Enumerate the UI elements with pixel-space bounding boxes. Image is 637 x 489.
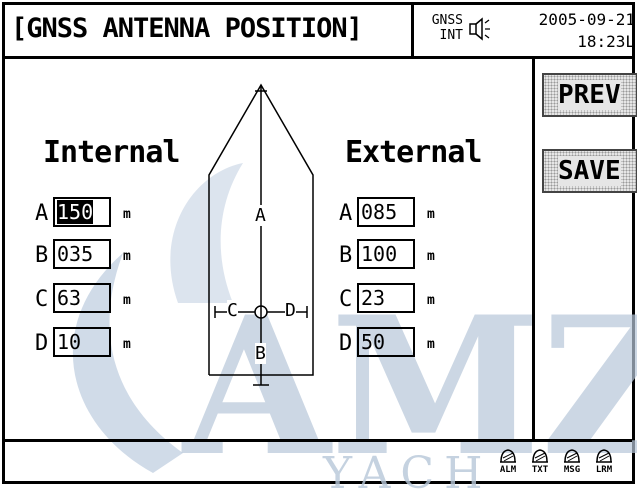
gnss-source-label: INT bbox=[439, 28, 463, 43]
internal-c-input[interactable]: 63 bbox=[53, 283, 111, 313]
alarm-txt-indicator: TXT bbox=[525, 447, 555, 475]
date-text: 2005-09-21 bbox=[538, 10, 635, 29]
alarm-lrm-label: LRM bbox=[595, 465, 613, 475]
external-c-input[interactable]: 23 bbox=[357, 283, 415, 313]
external-d-unit: m bbox=[427, 337, 435, 352]
internal-row-c: C 63 m bbox=[35, 283, 155, 317]
internal-c-value: 63 bbox=[57, 286, 82, 310]
right-panel-divider bbox=[532, 59, 535, 439]
external-label-b: B bbox=[339, 243, 353, 268]
alarm-alm-label: ALM bbox=[499, 465, 517, 475]
external-label-c: C bbox=[339, 287, 353, 312]
external-a-value: 085 bbox=[361, 200, 398, 224]
external-c-unit: m bbox=[427, 293, 435, 308]
external-label-d: D bbox=[339, 331, 353, 356]
gnss-label: GNSS bbox=[431, 13, 463, 28]
internal-label-b: B bbox=[35, 243, 49, 268]
alarm-msg-indicator: MSG bbox=[557, 447, 587, 475]
external-d-input[interactable]: 50 bbox=[357, 327, 415, 357]
internal-a-input[interactable]: 150 bbox=[53, 197, 111, 227]
external-row-c: C 23 m bbox=[339, 283, 459, 317]
gnss-source-indicator: GNSS INT bbox=[417, 13, 463, 43]
speaker-icon[interactable] bbox=[469, 17, 491, 47]
internal-a-value: 150 bbox=[57, 200, 94, 224]
screen-frame: AMZ YACH [GNSS ANTENNA POSITION] GNSS IN… bbox=[2, 2, 637, 489]
internal-label-d: D bbox=[35, 331, 49, 356]
internal-b-unit: m bbox=[123, 249, 131, 264]
internal-b-input[interactable]: 035 bbox=[53, 239, 111, 269]
external-d-value: 50 bbox=[361, 330, 386, 354]
svg-text:YACH: YACH bbox=[322, 448, 492, 489]
footer-divider bbox=[5, 439, 632, 442]
external-a-input[interactable]: 085 bbox=[357, 197, 415, 227]
internal-d-input[interactable]: 10 bbox=[53, 327, 111, 357]
diagram-label-b: B bbox=[255, 343, 266, 364]
external-b-input[interactable]: 100 bbox=[357, 239, 415, 269]
alarm-txt-label: TXT bbox=[531, 465, 549, 475]
prev-button-label: PREV bbox=[558, 80, 621, 110]
external-row-a: A 085 m bbox=[339, 197, 459, 231]
internal-row-a: A 150 m bbox=[35, 197, 155, 231]
bell-icon bbox=[500, 449, 516, 463]
alarm-lrm-indicator: LRM bbox=[589, 447, 619, 475]
external-c-value: 23 bbox=[361, 286, 386, 310]
ship-antenna-diagram bbox=[208, 83, 314, 386]
prev-button[interactable]: PREV bbox=[542, 73, 637, 117]
header-bar: [GNSS ANTENNA POSITION] GNSS INT 2005-09… bbox=[5, 5, 635, 59]
internal-b-value: 035 bbox=[57, 242, 94, 266]
external-b-value: 100 bbox=[361, 242, 398, 266]
internal-a-unit: m bbox=[123, 207, 131, 222]
diagram-label-c: C bbox=[227, 300, 238, 321]
bell-icon bbox=[596, 449, 612, 463]
datetime-display: 2005-09-21 18:23L bbox=[495, 9, 635, 53]
page-title: [GNSS ANTENNA POSITION] bbox=[11, 13, 363, 44]
external-label-a: A bbox=[339, 201, 353, 226]
external-title: External bbox=[345, 135, 482, 170]
header-divider bbox=[411, 5, 414, 59]
bell-icon bbox=[532, 449, 548, 463]
internal-d-value: 10 bbox=[57, 330, 82, 354]
save-button[interactable]: SAVE bbox=[542, 149, 637, 193]
diagram-label-d: D bbox=[285, 300, 296, 321]
alarm-msg-label: MSG bbox=[563, 465, 581, 475]
external-b-unit: m bbox=[427, 249, 435, 264]
external-row-d: D 50 m bbox=[339, 327, 459, 361]
save-button-label: SAVE bbox=[558, 156, 621, 186]
internal-row-d: D 10 m bbox=[35, 327, 155, 361]
internal-label-a: A bbox=[35, 201, 49, 226]
bell-icon bbox=[564, 449, 580, 463]
diagram-label-a: A bbox=[255, 205, 266, 226]
internal-title: Internal bbox=[43, 135, 180, 170]
internal-d-unit: m bbox=[123, 337, 131, 352]
internal-row-b: B 035 m bbox=[35, 239, 155, 273]
time-text: 18:23L bbox=[577, 32, 635, 51]
alarm-alm-indicator: ALM bbox=[493, 447, 523, 475]
external-row-b: B 100 m bbox=[339, 239, 459, 273]
internal-label-c: C bbox=[35, 287, 49, 312]
external-a-unit: m bbox=[427, 207, 435, 222]
internal-c-unit: m bbox=[123, 293, 131, 308]
